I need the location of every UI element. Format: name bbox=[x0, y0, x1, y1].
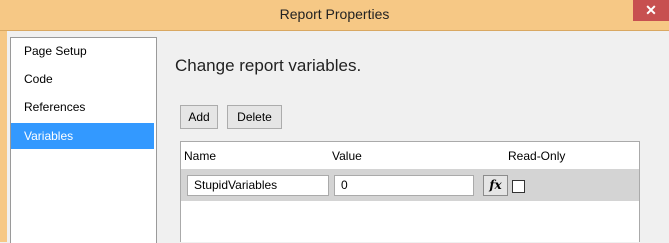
variable-name-input[interactable]: StupidVariables bbox=[187, 175, 329, 196]
add-button[interactable]: Add bbox=[180, 105, 218, 129]
column-header-value: Value bbox=[332, 149, 362, 163]
window-left-border bbox=[0, 31, 7, 242]
fx-icon: fx bbox=[489, 178, 502, 192]
sidebar-item-references[interactable]: References bbox=[11, 94, 154, 120]
title-bar: Report Properties ✕ bbox=[0, 0, 669, 31]
page-heading: Change report variables. bbox=[175, 56, 362, 75]
sidebar-item-code[interactable]: Code bbox=[11, 66, 154, 92]
column-header-read-only: Read-Only bbox=[508, 149, 566, 163]
read-only-checkbox[interactable] bbox=[512, 180, 525, 193]
sidebar-item-variables[interactable]: Variables bbox=[11, 123, 154, 149]
delete-button[interactable]: Delete bbox=[227, 105, 282, 129]
dialog-content: Page Setup Code References Variables Cha… bbox=[0, 31, 669, 243]
sidebar-nav: Page Setup Code References Variables bbox=[10, 37, 157, 243]
expression-button[interactable]: fx bbox=[483, 175, 508, 196]
table-row: StupidVariables 0 fx bbox=[181, 169, 639, 201]
variables-grid: Name Value Read-Only StupidVariables 0 f… bbox=[180, 141, 640, 242]
column-header-name: Name bbox=[184, 149, 217, 163]
variable-value-input[interactable]: 0 bbox=[334, 175, 474, 196]
sidebar-item-page-setup[interactable]: Page Setup bbox=[11, 38, 154, 64]
close-button[interactable]: ✕ bbox=[633, 0, 669, 21]
close-icon: ✕ bbox=[645, 2, 657, 18]
window-title: Report Properties bbox=[279, 6, 390, 22]
